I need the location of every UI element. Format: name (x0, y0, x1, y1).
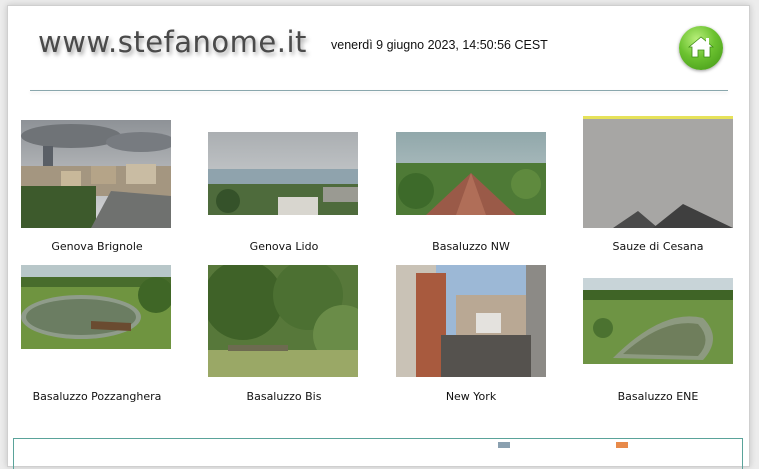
small-icon (498, 442, 510, 448)
webcam-label[interactable]: Genova Lido (199, 240, 369, 253)
webcam-image[interactable] (583, 278, 733, 364)
webcam-label[interactable]: Basaluzzo Pozzanghera (12, 390, 182, 403)
webcam-image[interactable] (583, 116, 733, 228)
webcam-label[interactable]: Basaluzzo ENE (573, 390, 743, 403)
current-datetime: venerdì 9 giugno 2023, 14:50:56 CEST (331, 38, 548, 52)
page-container: www.stefanome.it venerdì 9 giugno 2023, … (7, 5, 750, 469)
webcam-label[interactable]: Basaluzzo NW (386, 240, 556, 253)
small-icon (616, 442, 628, 448)
home-button[interactable] (679, 26, 723, 70)
webcam-label[interactable]: New York (386, 390, 556, 403)
webcam-image[interactable] (396, 129, 546, 215)
webcam-image[interactable] (208, 265, 358, 377)
webcam-image[interactable] (208, 129, 358, 215)
webcam-image[interactable] (21, 116, 171, 228)
webcam-label[interactable]: Genova Brignole (12, 240, 182, 253)
webcam-label[interactable]: Basaluzzo Bis (199, 390, 369, 403)
webcam-label[interactable]: Sauze di Cesana (573, 240, 743, 253)
bottom-panel (13, 438, 743, 469)
home-icon (688, 36, 714, 58)
header-divider (30, 90, 728, 91)
webcam-image[interactable] (396, 265, 546, 377)
webcam-image[interactable] (21, 265, 171, 349)
site-title[interactable]: www.stefanome.it (38, 25, 307, 59)
